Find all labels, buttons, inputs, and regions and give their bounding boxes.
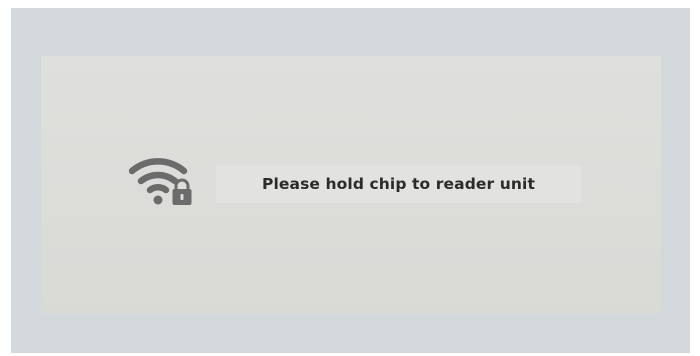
reader-screen: Please hold chip to reader unit [11, 8, 690, 353]
reader-instruction-text: Please hold chip to reader unit [262, 175, 535, 193]
wifi-lock-icon [128, 152, 201, 212]
message-box: Please hold chip to reader unit [216, 165, 581, 203]
reader-prompt-panel: Please hold chip to reader unit [41, 56, 661, 314]
